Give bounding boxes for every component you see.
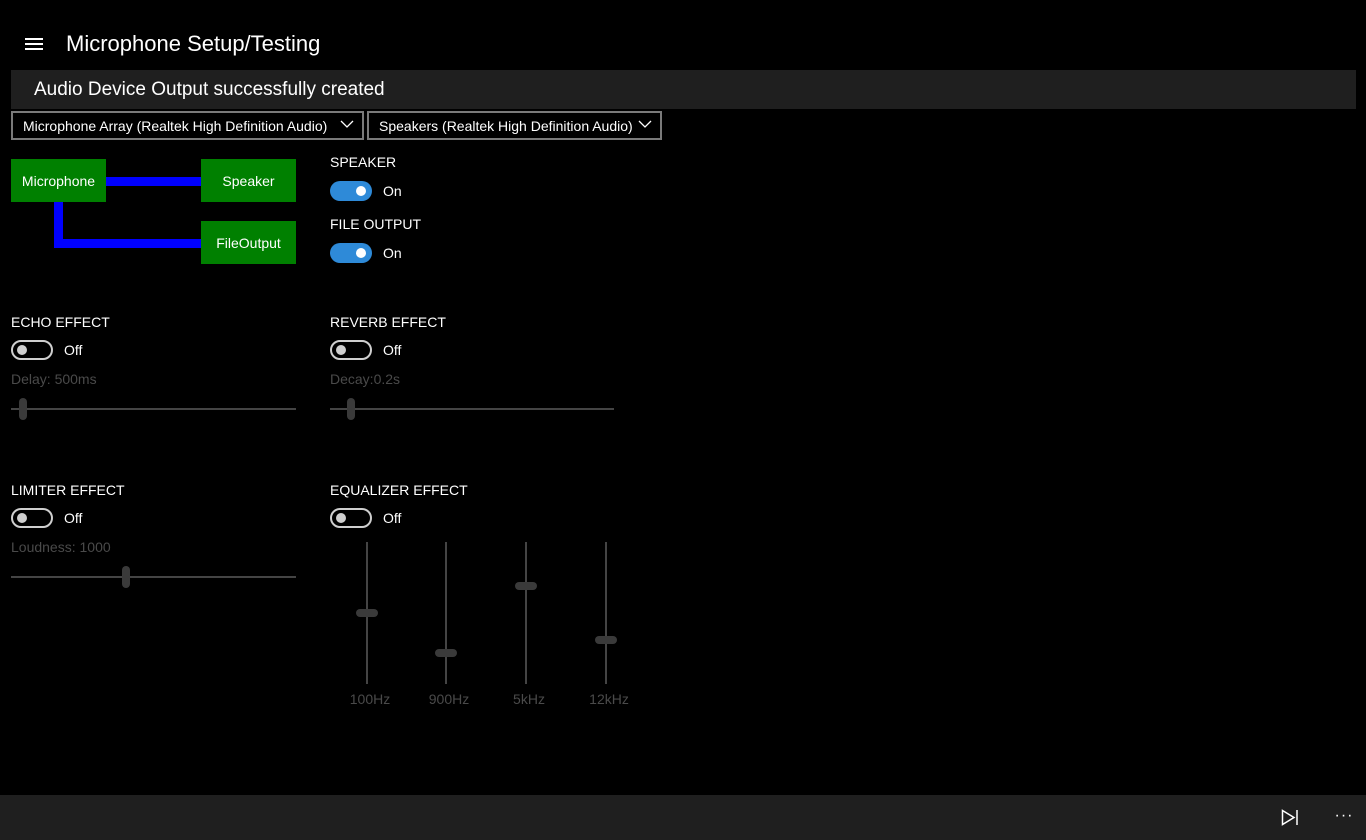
reverb-decay-label: Decay:0.2s bbox=[330, 371, 401, 387]
echo-delay-slider[interactable] bbox=[11, 397, 296, 421]
echo-effect-label: ECHO EFFECT bbox=[11, 314, 110, 330]
node-fileoutput-label: FileOutput bbox=[216, 235, 281, 251]
eq-band-label: 5kHz bbox=[513, 691, 545, 707]
slider-thumb[interactable] bbox=[515, 582, 537, 590]
speaker-toggle[interactable] bbox=[330, 181, 372, 201]
eq-band-slider[interactable] bbox=[355, 542, 379, 684]
reverb-decay-slider[interactable] bbox=[330, 397, 614, 421]
eq-band-slider[interactable] bbox=[434, 542, 458, 684]
output-device-combobox[interactable]: Speakers (Realtek High Definition Audio) bbox=[367, 111, 662, 140]
limiter-loudness-slider[interactable] bbox=[11, 565, 296, 589]
reverb-effect-state: Off bbox=[383, 342, 402, 358]
skip-next-icon bbox=[1281, 809, 1298, 826]
node-speaker[interactable]: Speaker bbox=[201, 159, 296, 202]
echo-effect-state: Off bbox=[64, 342, 83, 358]
chevron-down-icon bbox=[340, 120, 354, 128]
limiter-loudness-label: Loudness: 1000 bbox=[11, 539, 111, 555]
more-button[interactable]: ··· bbox=[1320, 795, 1366, 840]
more-ellipsis-icon: ··· bbox=[1334, 807, 1354, 824]
equalizer-effect-state: Off bbox=[383, 510, 402, 526]
node-microphone[interactable]: Microphone bbox=[11, 159, 106, 202]
node-fileoutput[interactable]: FileOutput bbox=[201, 221, 296, 264]
input-device-combobox[interactable]: Microphone Array (Realtek High Definitio… bbox=[11, 111, 364, 140]
speaker-section-label: SPEAKER bbox=[330, 154, 397, 170]
slider-thumb[interactable] bbox=[435, 649, 457, 657]
input-device-value: Microphone Array (Realtek High Definitio… bbox=[23, 118, 328, 134]
file-output-section-label: FILE OUTPUT bbox=[330, 216, 422, 232]
node-speaker-label: Speaker bbox=[222, 173, 275, 189]
echo-effect-toggle[interactable] bbox=[11, 340, 53, 360]
equalizer-effect-toggle[interactable] bbox=[330, 508, 372, 528]
limiter-effect-label: LIMITER EFFECT bbox=[11, 482, 125, 498]
wire-to-fileoutput bbox=[54, 239, 202, 248]
slider-thumb[interactable] bbox=[356, 609, 378, 617]
file-output-toggle[interactable] bbox=[330, 243, 372, 263]
chevron-down-icon bbox=[638, 120, 652, 128]
page-title: Microphone Setup/Testing bbox=[66, 31, 321, 56]
eq-band-slider[interactable] bbox=[594, 542, 618, 684]
limiter-effect-toggle[interactable] bbox=[11, 508, 53, 528]
node-microphone-label: Microphone bbox=[21, 173, 96, 189]
eq-band-slider[interactable] bbox=[514, 542, 538, 684]
file-output-toggle-state: On bbox=[383, 245, 402, 261]
reverb-effect-toggle[interactable] bbox=[330, 340, 372, 360]
reverb-effect-label: REVERB EFFECT bbox=[330, 314, 446, 330]
speaker-toggle-state: On bbox=[383, 183, 402, 199]
slider-thumb[interactable] bbox=[595, 636, 617, 644]
limiter-effect-state: Off bbox=[64, 510, 83, 526]
echo-delay-label: Delay: 500ms bbox=[11, 371, 97, 387]
output-device-value: Speakers (Realtek High Definition Audio) bbox=[379, 118, 633, 134]
equalizer-effect-label: EQUALIZER EFFECT bbox=[330, 482, 468, 498]
slider-thumb[interactable] bbox=[347, 398, 355, 420]
status-message: Audio Device Output successfully created bbox=[34, 79, 385, 100]
eq-band-label: 100Hz bbox=[349, 691, 391, 707]
slider-thumb[interactable] bbox=[19, 398, 27, 420]
status-bar: Audio Device Output successfully created bbox=[11, 70, 1356, 109]
slider-thumb[interactable] bbox=[122, 566, 130, 588]
eq-band-label: 12kHz bbox=[589, 691, 629, 707]
hamburger-icon[interactable] bbox=[20, 32, 48, 56]
app-bar: ··· bbox=[0, 795, 1366, 840]
wire-mic-to-speaker bbox=[106, 177, 202, 186]
skip-next-button[interactable] bbox=[1266, 795, 1314, 840]
eq-band-label: 900Hz bbox=[428, 691, 470, 707]
